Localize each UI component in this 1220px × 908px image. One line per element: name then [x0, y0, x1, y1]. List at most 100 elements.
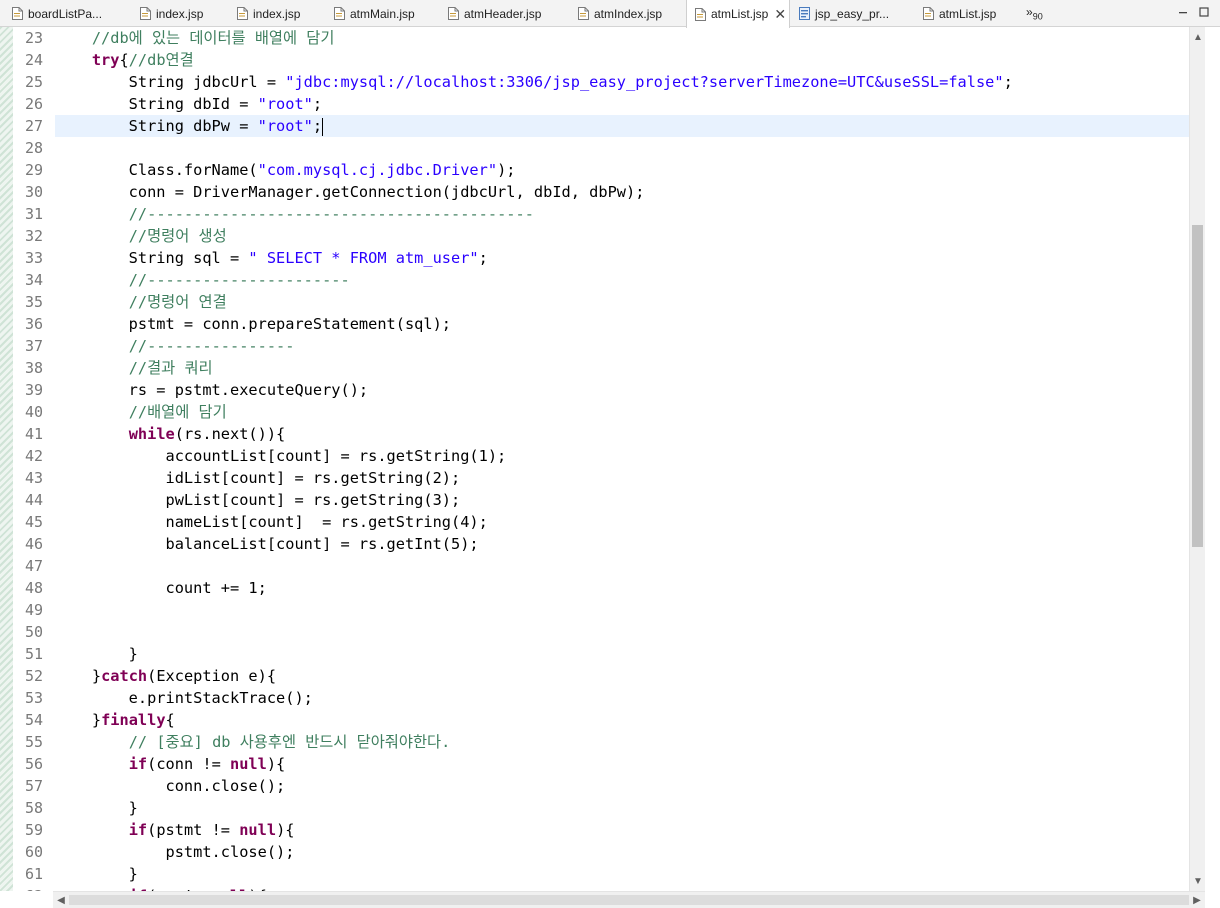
tab-2[interactable]: index.jsp — [132, 0, 226, 27]
close-icon[interactable]: ✕ — [774, 7, 786, 21]
code-token: if — [128, 821, 148, 839]
code-token: rs = pstmt.executeQuery(); — [55, 381, 369, 399]
code-line[interactable]: } — [55, 643, 1189, 665]
code-line[interactable]: }catch(Exception e){ — [55, 665, 1189, 687]
code-token: e.printStackTrace(); — [55, 689, 313, 707]
text-caret — [322, 117, 324, 136]
code-line[interactable]: // [중요] db 사용후엔 반드시 닫아줘야한다. — [55, 731, 1189, 753]
code-line[interactable]: idList[count] = rs.getString(2); — [55, 467, 1189, 489]
line-number: 41 — [24, 425, 43, 443]
line-number: 48 — [24, 579, 43, 597]
code-token: try — [91, 51, 120, 69]
code-line[interactable]: //--------------------------------------… — [55, 203, 1189, 225]
code-line[interactable]: //명령어 연결 — [55, 291, 1189, 313]
code-token: pstmt.close(); — [55, 843, 295, 861]
code-token: if — [128, 755, 148, 773]
maximize-button[interactable] — [1195, 3, 1213, 21]
scroll-right-icon[interactable]: ▶ — [1189, 892, 1205, 908]
code-token: conn = DriverManager.getConnection(jdbcU… — [55, 183, 645, 201]
line-number: 38 — [24, 359, 43, 377]
tab-4[interactable]: atmMain.jsp — [326, 0, 436, 27]
code-line[interactable]: pstmt.close(); — [55, 841, 1189, 863]
code-line[interactable]: rs = pstmt.executeQuery(); — [55, 379, 1189, 401]
code-line[interactable]: } — [55, 863, 1189, 885]
code-line[interactable]: //배열에 담기 — [55, 401, 1189, 423]
code-line[interactable] — [55, 599, 1189, 621]
line-number: 33 — [24, 249, 43, 267]
code-line[interactable]: if(pstmt != null){ — [55, 819, 1189, 841]
code-area[interactable]: //db에 있는 데이터를 배열에 담기 try{//db연결 String j… — [55, 27, 1189, 891]
tab-label: index.jsp — [156, 6, 204, 21]
horizontal-scroll-thumb[interactable] — [69, 895, 1189, 905]
tab-overflow-button[interactable]: »90 — [1026, 5, 1043, 21]
code-token: } — [55, 865, 138, 883]
code-line[interactable]: Class.forName("com.mysql.cj.jdbc.Driver"… — [55, 159, 1189, 181]
horizontal-scrollbar[interactable]: ◀ ▶ — [53, 891, 1205, 908]
code-line[interactable]: try{//db연결 — [55, 49, 1189, 71]
code-token: conn.close(); — [55, 777, 286, 795]
maximize-icon — [1199, 7, 1209, 17]
code-line[interactable]: //---------------------- — [55, 269, 1189, 291]
code-editor[interactable]: 23 24 25 26 27 28 29 30 31 32 33 34 35 36 37 38 39 40 41 42… — [0, 27, 1220, 891]
line-number: 52 — [24, 667, 43, 685]
line-number: 25 — [24, 73, 43, 91]
code-line[interactable]: conn.close(); — [55, 775, 1189, 797]
code-line[interactable]: balanceList[count] = rs.getInt(5); — [55, 533, 1189, 555]
code-line[interactable]: conn = DriverManager.getConnection(jdbcU… — [55, 181, 1189, 203]
scroll-down-icon[interactable]: ▼ — [1190, 873, 1206, 889]
tab-9[interactable]: atmList.jsp — [915, 0, 1023, 27]
jsp-file-icon — [695, 7, 706, 21]
code-token: String dbPw = — [55, 117, 258, 135]
minimize-button[interactable] — [1174, 3, 1192, 21]
code-line[interactable]: String dbId = "root"; — [55, 93, 1189, 115]
code-line[interactable]: }finally{ — [55, 709, 1189, 731]
vertical-scroll-thumb[interactable] — [1192, 225, 1203, 547]
code-token: String sql = — [55, 249, 249, 267]
jsp-file-icon — [448, 7, 459, 20]
code-line[interactable] — [55, 621, 1189, 643]
tab-label: jsp_easy_pr... — [815, 6, 890, 21]
code-line[interactable]: count += 1; — [55, 577, 1189, 599]
line-number: 49 — [24, 601, 43, 619]
code-line[interactable]: //결과 쿼리 — [55, 357, 1189, 379]
code-line[interactable]: pstmt = conn.prepareStatement(sql); — [55, 313, 1189, 335]
code-line[interactable]: pwList[count] = rs.getString(3); — [55, 489, 1189, 511]
code-line[interactable]: String jdbcUrl = "jdbc:mysql://localhost… — [55, 71, 1189, 93]
code-line[interactable]: if(conn != null){ — [55, 753, 1189, 775]
tab-7[interactable]: atmList.jsp ✕ — [686, 0, 790, 28]
code-token: "root" — [257, 117, 313, 135]
code-token: { — [119, 51, 129, 69]
code-line[interactable] — [55, 555, 1189, 577]
code-line[interactable]: accountList[count] = rs.getString(1); — [55, 445, 1189, 467]
line-number: 61 — [24, 865, 43, 883]
scroll-left-icon[interactable]: ◀ — [53, 892, 69, 908]
jsp-file-icon — [578, 7, 589, 20]
code-line[interactable]: //명령어 생성 — [55, 225, 1189, 247]
tab-5[interactable]: atmHeader.jsp — [440, 0, 566, 27]
tab-8[interactable]: jsp_easy_pr... — [791, 0, 911, 27]
tab-3[interactable]: index.jsp — [229, 0, 323, 27]
code-line[interactable]: while(rs.next()){ — [55, 423, 1189, 445]
code-line[interactable]: //---------------- — [55, 335, 1189, 357]
tab-6[interactable]: atmIndex.jsp — [570, 0, 682, 27]
code-token: (conn != — [147, 755, 230, 773]
code-line[interactable]: nameList[count] = rs.getString(4); — [55, 511, 1189, 533]
code-line[interactable]: e.printStackTrace(); — [55, 687, 1189, 709]
code-line[interactable]: } — [55, 797, 1189, 819]
current-code-line[interactable]: String dbPw = "root"; — [55, 115, 1189, 137]
code-token: pstmt = conn.prepareStatement(sql); — [55, 315, 452, 333]
scroll-up-icon[interactable]: ▲ — [1190, 29, 1206, 45]
code-line[interactable] — [55, 137, 1189, 159]
line-number: 45 — [24, 513, 43, 531]
code-line[interactable]: //db에 있는 데이터를 배열에 담기 — [55, 27, 1189, 49]
code-line[interactable]: String sql = " SELECT * FROM atm_user"; — [55, 247, 1189, 269]
code-token: "com.mysql.cj.jdbc.Driver" — [257, 161, 498, 179]
tab-1[interactable]: boardListPa... — [4, 0, 128, 27]
project-file-icon — [799, 7, 810, 20]
minimize-icon — [1179, 12, 1187, 14]
vertical-scrollbar[interactable]: ▲ ▼ — [1189, 27, 1205, 891]
code-token: } — [55, 799, 138, 817]
